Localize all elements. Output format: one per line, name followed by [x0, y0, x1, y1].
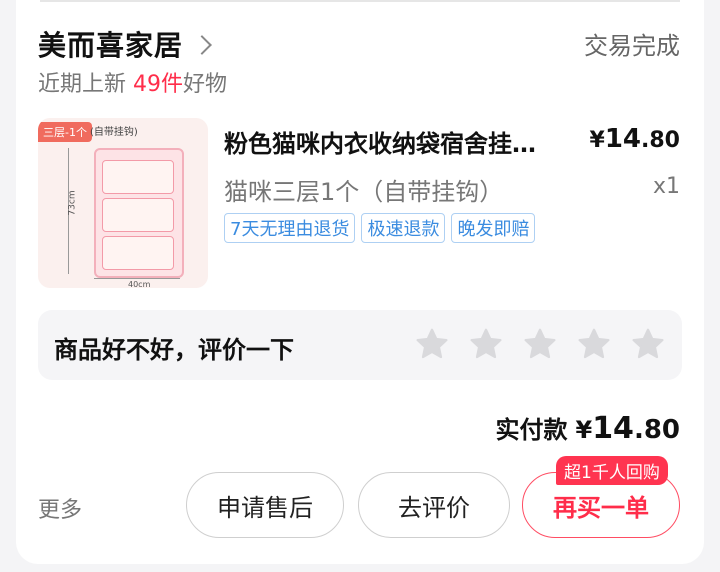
divider: [40, 0, 680, 2]
image-variant-tag: 三层-1个: [38, 122, 92, 142]
price-decimal: .80: [641, 128, 680, 153]
shop-header[interactable]: 美而喜家居: [38, 24, 212, 64]
amount-paid-integer: 14: [592, 411, 634, 446]
amount-paid-decimal: .80: [633, 415, 680, 445]
product-title[interactable]: 粉色猫咪内衣收纳袋宿舍挂墙式墙上: [224, 124, 554, 159]
shop-name[interactable]: 美而喜家居: [38, 24, 183, 64]
product-quantity: x1: [652, 174, 680, 199]
more-button[interactable]: 更多: [38, 492, 82, 524]
service-tag: 7天无理由退货: [224, 213, 356, 243]
order-card: 美而喜家居 交易完成 近期上新 49件好物 三层-1个 (自带挂钩) 73cm …: [16, 0, 704, 564]
write-review-button[interactable]: 去评价: [358, 472, 510, 538]
service-tag: 晚发即赔: [451, 213, 536, 243]
service-tags: 7天无理由退货 极速退款 晚发即赔: [224, 213, 536, 243]
product-image[interactable]: 三层-1个 (自带挂钩) 73cm 40cm: [38, 118, 208, 288]
pocket: [102, 160, 174, 194]
product-price: ¥14.80: [590, 124, 680, 154]
pocket: [102, 236, 174, 270]
service-tag: 极速退款: [361, 213, 446, 243]
image-hook-note: (自带挂钩): [90, 127, 138, 138]
new-arrivals-prefix: 近期上新: [38, 72, 127, 97]
organizer-illustration: [94, 148, 184, 278]
amount-paid-currency: ¥: [575, 416, 593, 444]
height-dimension-label: 73cm: [67, 190, 78, 216]
product-spec: 猫咪三层1个（自带挂钩）: [224, 178, 504, 206]
width-dimension-line: [94, 278, 180, 279]
price-integer: 14: [604, 124, 642, 154]
review-prompt-box[interactable]: 商品好不好，评价一下: [38, 310, 682, 380]
chevron-right-icon[interactable]: [192, 35, 212, 55]
after-sale-button[interactable]: 申请售后: [186, 472, 344, 538]
pocket: [102, 198, 174, 232]
star-icon[interactable]: [414, 326, 450, 362]
star-icon[interactable]: [576, 326, 612, 362]
order-status: 交易完成: [584, 32, 680, 60]
width-dimension-label: 40cm: [128, 280, 151, 288]
star-icon[interactable]: [522, 326, 558, 362]
review-prompt-text: 商品好不好，评价一下: [54, 336, 294, 364]
star-icon[interactable]: [468, 326, 504, 362]
star-rating[interactable]: [414, 326, 666, 362]
new-arrivals-suffix: 好物: [183, 72, 228, 97]
star-icon[interactable]: [630, 326, 666, 362]
new-arrivals-count: 49件: [133, 72, 184, 97]
rebuy-badge: 超1千人回购: [556, 456, 668, 485]
shop-new-arrivals[interactable]: 近期上新 49件好物: [38, 66, 227, 98]
amount-paid-label: 实付款: [495, 416, 568, 444]
price-currency: ¥: [589, 128, 605, 153]
amount-paid: 实付款 ¥14.80: [495, 410, 680, 446]
